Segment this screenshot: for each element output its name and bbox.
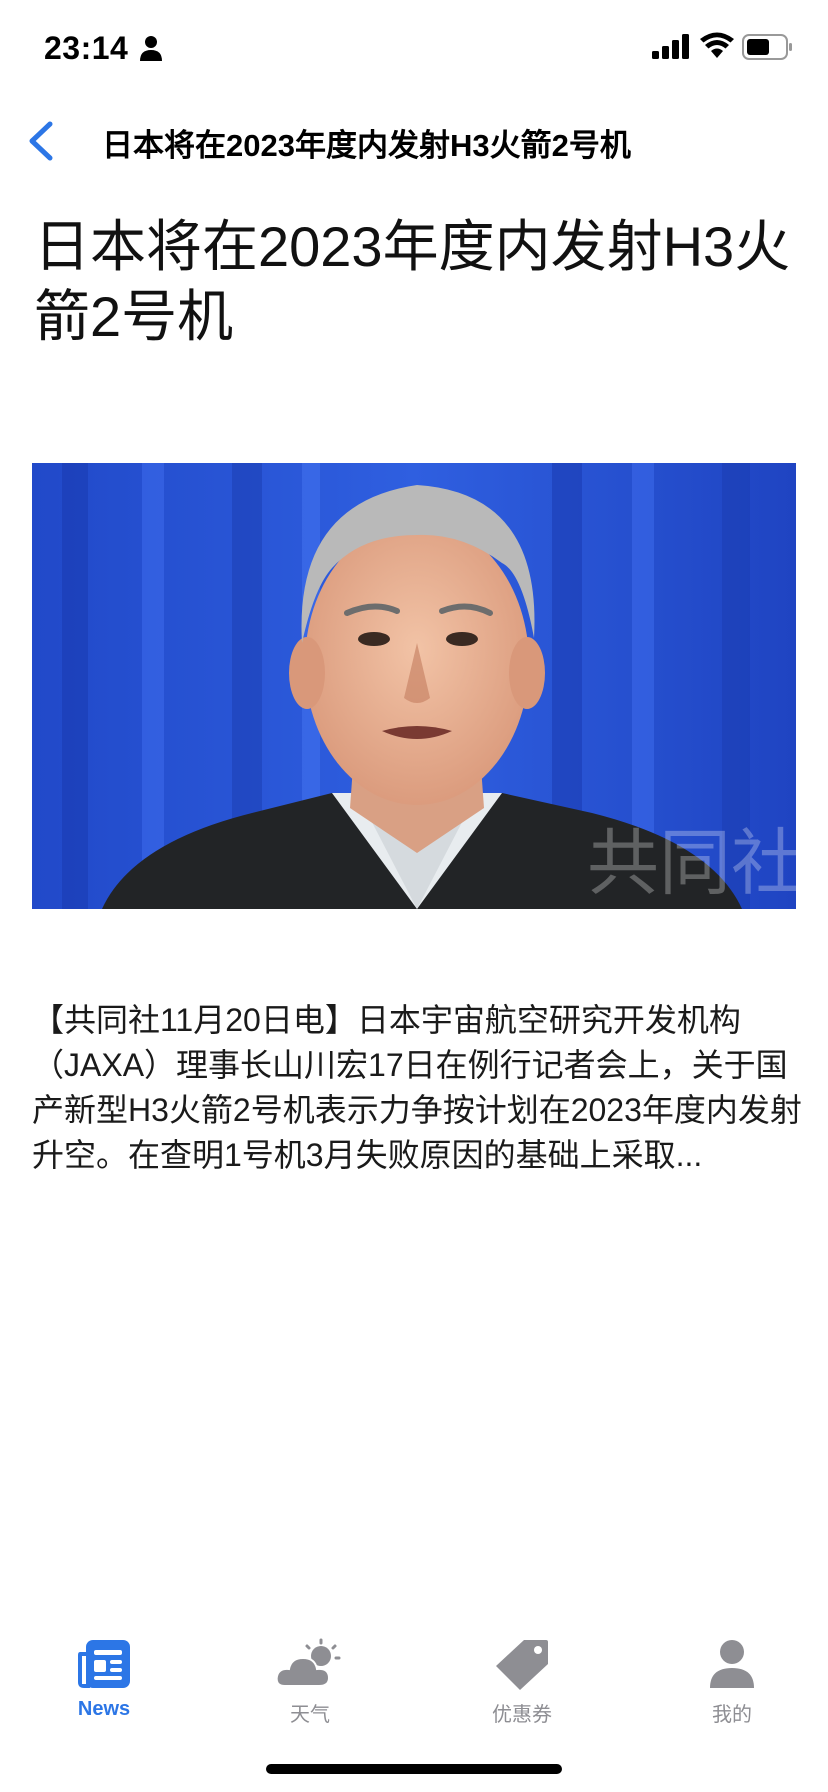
tab-label: 优惠券 — [492, 1704, 552, 1726]
weather-icon — [275, 1638, 341, 1687]
image-watermark: 共同社 — [587, 821, 796, 905]
tab-label: 天气 — [290, 1704, 330, 1726]
nav-title: 日本将在2023年度内发射H3火箭2号机 — [102, 128, 631, 163]
back-button[interactable] — [20, 116, 66, 166]
article-headline: 日本将在2023年度内发射H3火箭2号机 — [34, 215, 791, 348]
tab-news[interactable]: News — [34, 1620, 174, 1730]
article-image: 共同社 — [32, 463, 796, 909]
press-conference-photo: 共同社 — [32, 463, 796, 909]
home-indicator — [266, 1764, 562, 1774]
status-time: 23:14 — [44, 30, 129, 66]
newspaper-icon — [78, 1640, 130, 1688]
tag-icon — [496, 1640, 548, 1690]
battery-icon — [742, 34, 792, 60]
chevron-left-icon — [29, 121, 53, 161]
navigation-bar: 日本将在2023年度内发射H3火箭2号机 — [0, 108, 828, 174]
article-body: 【共同社11月20日电】日本宇宙航空研究开发机构（JAXA）理事长山川宏17日在… — [32, 1002, 802, 1173]
person-icon — [140, 36, 162, 61]
tab-coupons[interactable]: 优惠券 — [452, 1620, 592, 1730]
cellular-signal-icon — [652, 34, 689, 59]
tab-profile[interactable]: 我的 — [662, 1620, 802, 1730]
tab-bar: News 天气 优惠券 我的 — [0, 1620, 828, 1740]
tab-weather[interactable]: 天气 — [240, 1620, 380, 1730]
wifi-icon — [700, 32, 734, 58]
tab-label: News — [77, 1698, 131, 1720]
person-icon — [710, 1640, 754, 1688]
tab-label: 我的 — [712, 1704, 752, 1726]
status-bar: 23:14 — [0, 0, 828, 100]
